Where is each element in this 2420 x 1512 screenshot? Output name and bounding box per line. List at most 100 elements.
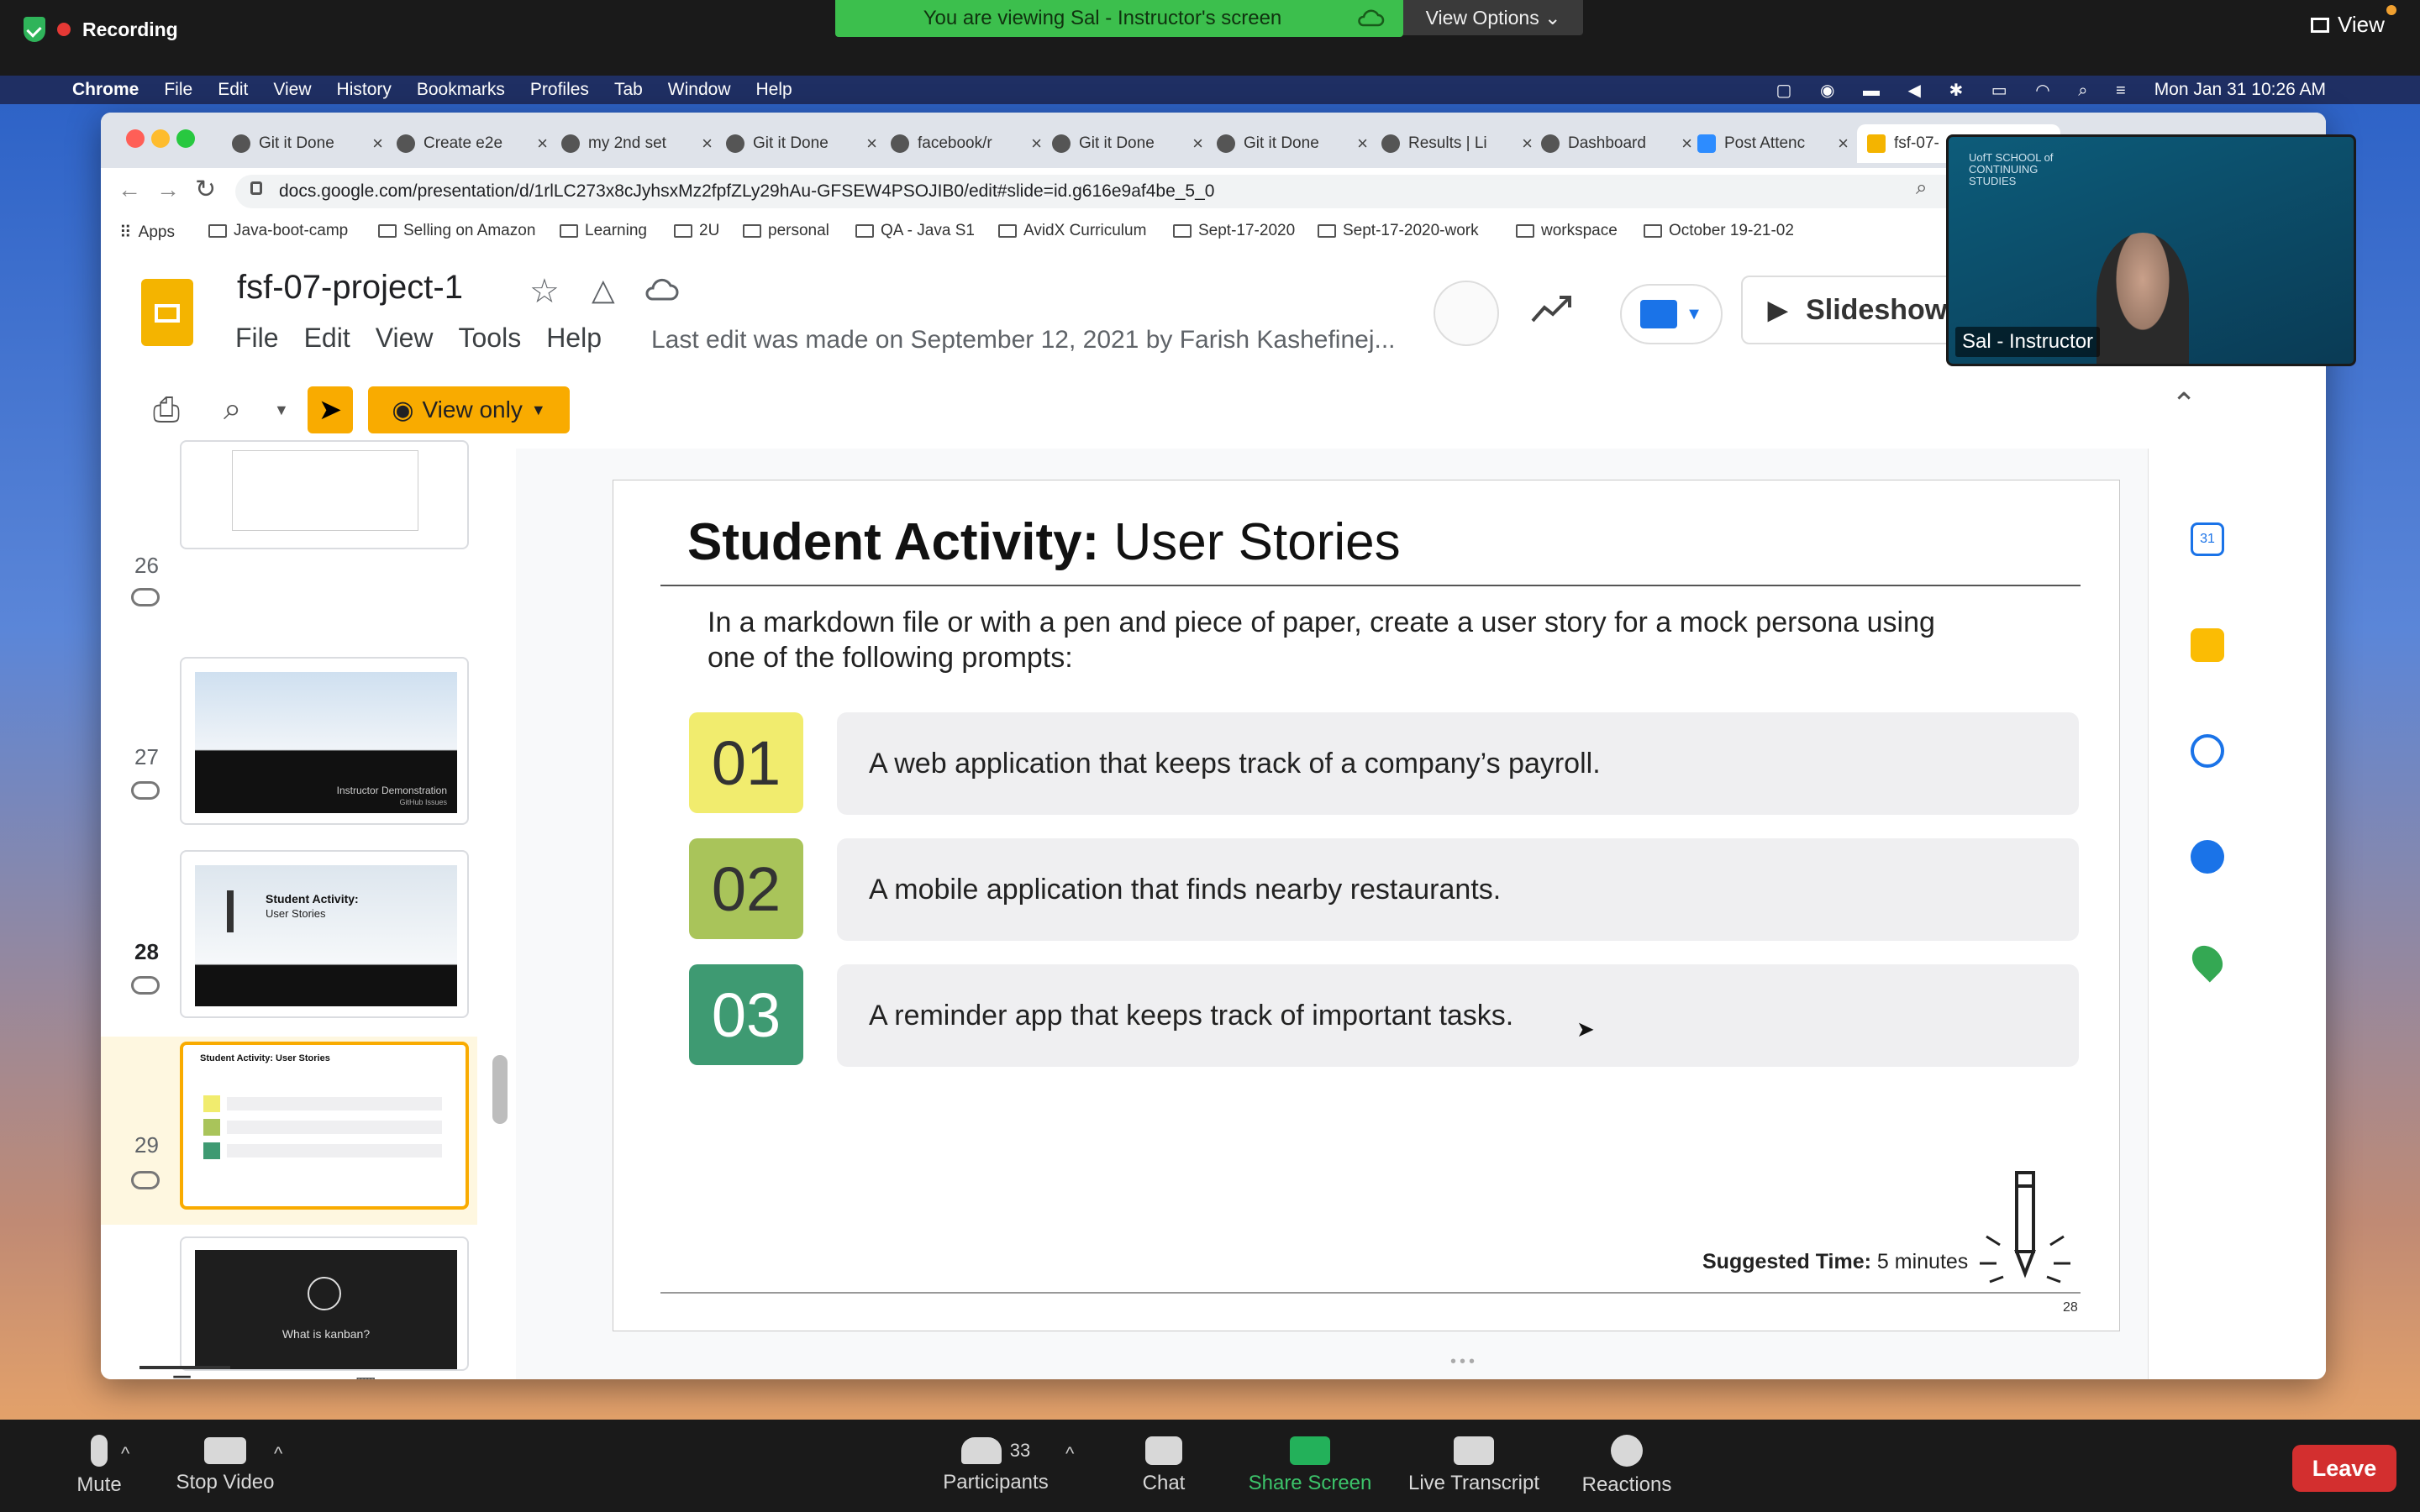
maps-icon[interactable] (2186, 939, 2229, 983)
slides-menu-help[interactable]: Help (546, 323, 602, 354)
close-tab-icon[interactable]: × (1192, 133, 1203, 155)
slide-thumbnail-25[interactable] (180, 440, 469, 549)
filmstrip-view-icon[interactable]: ☰ (171, 1371, 192, 1379)
reload-icon[interactable]: ↻ (195, 175, 216, 204)
activity-trend-icon[interactable] (1531, 292, 1573, 326)
view-button[interactable]: View (2311, 5, 2396, 38)
slide-thumbnail-27[interactable]: Student Activity: User Stories (180, 850, 469, 1018)
security-shield-icon[interactable] (24, 17, 45, 42)
menu-edit[interactable]: Edit (218, 80, 248, 100)
mute-button[interactable]: Mute (49, 1420, 150, 1512)
share-screen-button[interactable]: Share Screen (1239, 1420, 1381, 1512)
bookmark-selling-on-amazon[interactable]: Selling on Amazon (378, 222, 535, 240)
calendar-icon[interactable]: 31 (2191, 522, 2224, 556)
tab-git-it-done-3[interactable]: Git it Done × (1052, 124, 1203, 163)
menu-view[interactable]: View (273, 80, 311, 100)
close-tab-icon[interactable]: × (1522, 133, 1533, 155)
present-options-button[interactable]: ▼ (1620, 284, 1723, 344)
menu-tab[interactable]: Tab (614, 80, 643, 100)
close-tab-icon[interactable]: × (1681, 133, 1692, 155)
last-edit-link[interactable]: Last edit was made on September 12, 2021… (651, 326, 1396, 354)
slide-thumbnail-26[interactable]: Instructor Demonstration GitHub Issues (180, 657, 469, 825)
close-tab-icon[interactable]: × (1357, 133, 1368, 155)
bookmark-personal[interactable]: personal (743, 222, 829, 240)
speaker-notes-handle[interactable]: ••• (1450, 1352, 1478, 1372)
slides-menu-view[interactable]: View (376, 323, 434, 354)
move-to-drive-icon[interactable]: △ (592, 272, 615, 307)
bookmark-java-boot-camp[interactable]: Java-boot-camp (208, 222, 348, 240)
slide-thumbnail-28-selected[interactable]: Student Activity: User Stories (180, 1042, 469, 1210)
video-options-chevron-icon[interactable]: ^ (274, 1443, 282, 1465)
instructor-video-tile[interactable]: UofT SCHOOL of CONTINUING STUDIES Sal - … (1946, 134, 2356, 366)
bookmark-avidx[interactable]: AvidX Curriculum (998, 222, 1146, 240)
close-tab-icon[interactable]: × (702, 133, 713, 155)
bookmark-sept-17-2020[interactable]: Sept-17-2020 (1173, 222, 1295, 240)
tab-git-it-done-1[interactable]: Git it Done × (232, 124, 383, 163)
minimize-window-button[interactable] (151, 129, 170, 148)
close-tab-icon[interactable]: × (1838, 133, 1849, 155)
cloud-saved-icon[interactable] (644, 276, 681, 302)
chat-button[interactable]: Chat (1126, 1420, 1202, 1512)
close-window-button[interactable] (126, 129, 145, 148)
bookmark-workspace[interactable]: workspace (1516, 222, 1618, 240)
maximize-window-button[interactable] (176, 129, 195, 148)
slides-menu-edit[interactable]: Edit (304, 323, 350, 354)
bookmark-qa-java[interactable]: QA - Java S1 (855, 222, 975, 240)
audio-options-chevron-icon[interactable]: ^ (121, 1443, 129, 1465)
menu-window[interactable]: Window (668, 80, 731, 100)
url-field[interactable]: docs.google.com/presentation/d/1rlLC273x… (235, 175, 2025, 208)
bookmark-apps[interactable]: ⠿ Apps (119, 222, 175, 243)
bookmark-october[interactable]: October 19-21-02 (1644, 222, 1794, 240)
menu-history[interactable]: History (337, 80, 392, 100)
tab-git-it-done-4[interactable]: Git it Done × (1217, 124, 1368, 163)
collapse-panel-icon[interactable]: ‹ (477, 1369, 487, 1379)
bookmark-learning[interactable]: Learning (560, 222, 647, 240)
tasks-icon[interactable] (2191, 734, 2224, 768)
tab-dashboard[interactable]: Dashboard × (1541, 124, 1692, 163)
bookmark-2u[interactable]: 2U (674, 222, 719, 240)
menu-help[interactable]: Help (756, 80, 792, 100)
zoom-dropdown-icon[interactable]: ▼ (274, 402, 289, 419)
collapse-toolbar-icon[interactable]: ⌃ (2171, 386, 2196, 422)
close-tab-icon[interactable]: × (1031, 133, 1042, 155)
slides-logo-icon[interactable] (141, 279, 193, 346)
star-icon[interactable]: ☆ (529, 272, 560, 311)
tab-post-attendance[interactable]: Post Attenc × (1697, 124, 1849, 163)
tab-my-2nd-set[interactable]: my 2nd set × (561, 124, 713, 163)
grid-view-icon[interactable]: ▦ (355, 1371, 376, 1379)
close-tab-icon[interactable]: × (372, 133, 383, 155)
keep-icon[interactable] (2191, 628, 2224, 662)
slides-menu-file[interactable]: File (235, 323, 279, 354)
document-title[interactable]: fsf-07-project-1 (237, 269, 463, 307)
menu-bookmarks[interactable]: Bookmarks (417, 80, 505, 100)
print-icon[interactable]: ⎙ (153, 391, 180, 429)
tab-facebook[interactable]: facebook/r × (891, 124, 1042, 163)
zoom-lens-icon[interactable]: ⌕ (1916, 176, 1927, 200)
participants-options-chevron-icon[interactable]: ^ (1065, 1443, 1074, 1465)
bookmark-sept-17-2020-work[interactable]: Sept-17-2020-work (1318, 222, 1479, 240)
live-transcript-button[interactable]: Live Transcript (1398, 1420, 1549, 1512)
slide-thumbnail-29[interactable]: What is kanban? (180, 1236, 469, 1371)
leave-button[interactable]: Leave (2292, 1445, 2396, 1492)
forward-icon[interactable]: → (156, 176, 180, 203)
tab-git-it-done-2[interactable]: Git it Done × (726, 124, 877, 163)
zoom-icon[interactable]: ⌕ (224, 391, 241, 428)
tab-create-e2e[interactable]: Create e2e × (397, 124, 548, 163)
stop-video-button[interactable]: Stop Video (166, 1420, 284, 1512)
comments-history-icon[interactable] (1434, 281, 1499, 346)
menu-file[interactable]: File (164, 80, 192, 100)
close-tab-icon[interactable]: × (866, 133, 877, 155)
view-options-button[interactable]: View Options ⌄ (1403, 0, 1583, 35)
reactions-button[interactable]: Reactions (1575, 1420, 1679, 1512)
view-only-button[interactable]: ◉ View only ▼ (368, 386, 570, 433)
participants-button[interactable]: 33 Participants (933, 1420, 1059, 1512)
close-tab-icon[interactable]: × (537, 133, 548, 155)
contacts-icon[interactable] (2191, 840, 2224, 874)
menu-chrome[interactable]: Chrome (72, 80, 139, 100)
tab-results[interactable]: Results | Li × (1381, 124, 1533, 163)
filmstrip-scrollbar[interactable] (492, 1055, 508, 1124)
slides-menu-tools[interactable]: Tools (458, 323, 521, 354)
back-icon[interactable]: ← (118, 176, 141, 203)
select-cursor-icon[interactable]: ➤ (308, 386, 353, 433)
menu-profiles[interactable]: Profiles (530, 80, 589, 100)
